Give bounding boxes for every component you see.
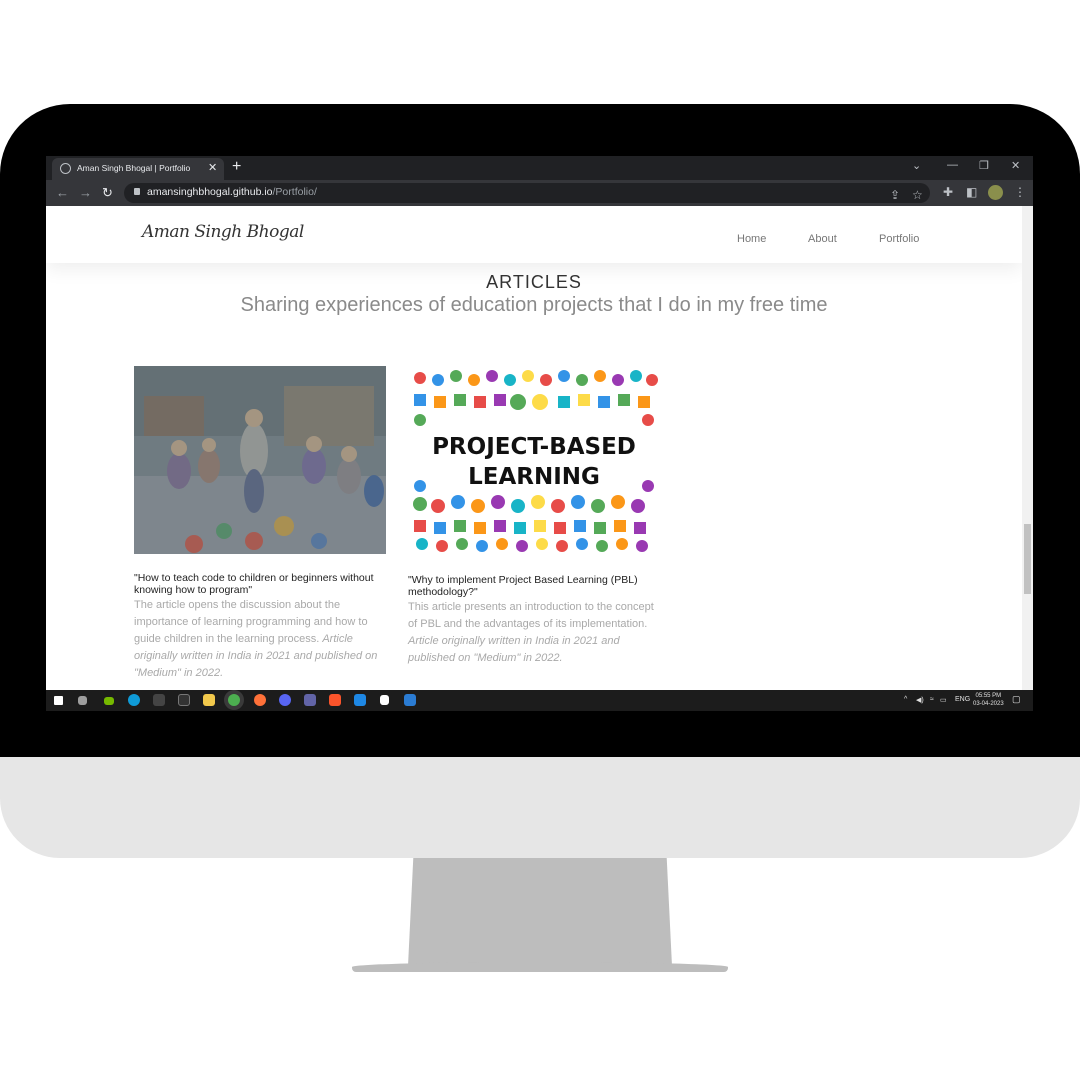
nav-home[interactable]: Home <box>737 233 766 245</box>
back-icon[interactable]: ← <box>56 185 69 200</box>
tab-title: Aman Singh Bhogal | Portfolio <box>77 163 191 173</box>
screen: Aman Singh Bhogal | Portfolio ✕ + ⌄ — ❐ … <box>46 156 1033 711</box>
article-2-title[interactable]: "Why to implement Project Based Learning… <box>408 574 656 598</box>
volume-icon[interactable]: ◀) <box>916 696 924 704</box>
taskbar-clock[interactable]: 05:55 PM 03-04-2023 <box>973 692 1004 708</box>
extensions-icon[interactable]: ✚ <box>943 185 953 199</box>
epic-games-icon[interactable] <box>153 694 165 706</box>
browser-tab-bar: Aman Singh Bhogal | Portfolio ✕ + ⌄ — ❐ … <box>46 156 1033 180</box>
language-indicator[interactable]: ENG <box>955 696 970 703</box>
brave-icon[interactable] <box>329 694 341 706</box>
section-title: ARTICLES <box>486 272 582 292</box>
teams-icon[interactable] <box>304 694 316 706</box>
app-icon[interactable] <box>354 694 366 706</box>
nvidia-icon[interactable] <box>104 697 114 705</box>
monitor-stand-base <box>352 962 728 972</box>
file-explorer-icon[interactable] <box>203 694 215 706</box>
chrome-icon[interactable] <box>228 694 240 706</box>
reload-icon[interactable]: ↻ <box>102 185 113 201</box>
clock-date: 03-04-2023 <box>973 701 1004 707</box>
tray-chevron-icon[interactable]: ^ <box>904 696 907 703</box>
new-tab-button[interactable]: + <box>232 157 241 177</box>
url-text: amansinghbhogal.github.io/Portfolio/ <box>147 186 317 198</box>
profile-avatar[interactable] <box>988 185 1003 200</box>
monitor-chin <box>0 757 1080 858</box>
edge-icon[interactable] <box>128 694 140 706</box>
nav-portfolio[interactable]: Portfolio <box>879 233 919 245</box>
page-scrollbar[interactable] <box>1022 206 1033 690</box>
side-panel-icon[interactable]: ◧ <box>966 185 977 199</box>
windows-start-icon[interactable] <box>54 696 63 705</box>
browser-tab[interactable]: Aman Singh Bhogal | Portfolio ✕ <box>52 158 224 180</box>
share-icon[interactable]: ⇪ <box>890 188 900 202</box>
restore-icon[interactable]: ❐ <box>979 159 989 172</box>
discord-icon[interactable] <box>279 694 291 706</box>
window-close-icon[interactable]: ✕ <box>1011 159 1020 172</box>
notifications-icon[interactable]: ▢ <box>1012 694 1021 705</box>
notion-app-icon[interactable] <box>380 695 389 705</box>
tab-search-icon[interactable]: ⌄ <box>912 159 921 172</box>
nav-about[interactable]: About <box>808 233 837 245</box>
lock-icon <box>134 188 140 195</box>
pbl-title-line1: PROJECT-BASED <box>432 434 636 460</box>
windows-taskbar: ^ ◀) ≈ ▭ ENG 05:55 PM 03-04-2023 ▢ <box>46 690 1033 711</box>
tab-close-icon[interactable]: ✕ <box>208 161 217 174</box>
battery-icon[interactable]: ▭ <box>940 696 947 704</box>
menu-kebab-icon[interactable]: ⋮ <box>1014 185 1026 199</box>
wifi-icon[interactable]: ≈ <box>930 696 934 703</box>
article-1-title[interactable]: "How to teach code to children or beginn… <box>134 572 374 596</box>
browser-toolbar: ← → ↻ amansinghbhogal.github.io/Portfoli… <box>46 180 1033 206</box>
site-navbar: Aman Singh Bhogal Home About Portfolio <box>46 206 1022 263</box>
forward-icon[interactable]: → <box>79 185 92 200</box>
bookmark-star-icon[interactable]: ☆ <box>912 188 923 202</box>
article-1-description: The article opens the discussion about t… <box>134 599 378 679</box>
globe-icon <box>60 163 71 174</box>
section-subtitle: Sharing experiences of education project… <box>240 294 828 316</box>
pbl-icons-collage: PROJECT-BASED LEARNING <box>408 366 660 556</box>
pbl-title-line2: LEARNING <box>468 464 600 490</box>
article-2-description: This article presents an introduction to… <box>408 601 654 664</box>
web-page: Aman Singh Bhogal Home About Portfolio A… <box>46 206 1022 690</box>
address-bar[interactable]: amansinghbhogal.github.io/Portfolio/ ⇪ ☆ <box>124 183 930 203</box>
vscode-icon[interactable] <box>404 694 416 706</box>
children-classroom-illustration <box>134 366 386 554</box>
scrollbar-thumb[interactable] <box>1024 524 1031 594</box>
clock-time: 05:55 PM <box>975 693 1002 699</box>
notion-icon[interactable] <box>178 694 190 706</box>
article-image-children[interactable] <box>134 366 386 554</box>
minimize-icon[interactable]: — <box>947 159 958 171</box>
firefox-icon[interactable] <box>254 694 266 706</box>
site-logo[interactable]: Aman Singh Bhogal <box>142 222 304 242</box>
article-image-pbl[interactable]: PROJECT-BASED LEARNING <box>408 366 660 556</box>
monitor-stand <box>408 858 672 966</box>
task-view-icon[interactable] <box>78 696 87 705</box>
